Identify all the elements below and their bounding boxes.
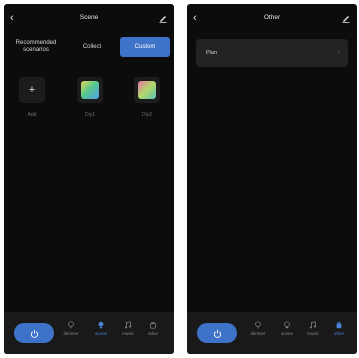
music-icon — [125, 321, 131, 329]
bulb-icon — [255, 321, 261, 329]
nav-label: music — [307, 331, 319, 336]
nav-other[interactable]: other — [328, 321, 350, 336]
tab-collect[interactable]: Collect — [68, 37, 116, 57]
edit-icon[interactable] — [341, 13, 351, 23]
tab-custom[interactable]: Custom — [120, 37, 170, 57]
nav-label: dimmer — [250, 331, 266, 336]
power-icon — [30, 329, 38, 338]
nav-label: music — [122, 331, 134, 336]
nav-label: other — [147, 331, 159, 336]
power-icon — [213, 329, 221, 338]
chevron-right-icon: › — [337, 49, 340, 56]
nav-scene[interactable]: scene — [276, 321, 298, 336]
scene-tile-diy1[interactable]: Diy1 — [75, 77, 105, 118]
nav-scene[interactable]: scene — [90, 321, 112, 336]
edit-icon[interactable] — [158, 13, 168, 23]
nav-dimmer[interactable]: dimmer — [60, 321, 82, 336]
nav-music[interactable]: music — [117, 321, 139, 336]
nav-label: other — [333, 331, 345, 336]
scene-header: ‹ Scene — [4, 4, 174, 32]
bulb-icon — [68, 321, 74, 329]
scene-category-tabs: Recommended scenarios Collect Custom — [10, 37, 170, 57]
add-scene-button[interactable]: + — [19, 77, 45, 103]
nav-dimmer[interactable]: dimmer — [247, 321, 269, 336]
scene-screen: ‹ Scene Recommended scenarios Collect Cu… — [4, 4, 174, 354]
bottom-nav: dimmer scene music other — [187, 312, 357, 354]
scene-tile-diy2[interactable]: Diy2 — [132, 77, 162, 118]
scene-tiles: + Add Diy1 Diy2 — [4, 77, 174, 127]
other-icon — [336, 322, 342, 329]
plan-label: Plan — [206, 50, 218, 56]
page-title: Scene — [79, 14, 99, 21]
page-title: Other — [263, 14, 281, 21]
scene-tile-button[interactable] — [77, 77, 103, 103]
nav-other[interactable]: other — [142, 321, 164, 336]
scene-icon — [98, 321, 104, 329]
power-button[interactable] — [197, 323, 237, 343]
add-scene-tile[interactable]: + Add — [17, 77, 47, 118]
gradient-scene-icon — [138, 81, 156, 99]
other-icon — [150, 322, 156, 329]
power-button[interactable] — [14, 323, 54, 343]
scene-icon — [284, 321, 290, 329]
tile-label: Diy2 — [141, 112, 152, 118]
nav-label: scene — [280, 331, 293, 336]
nav-music[interactable]: music — [302, 321, 324, 336]
bottom-nav: dimmer scene music other — [4, 312, 174, 354]
gradient-scene-icon — [81, 81, 99, 99]
nav-label: scene — [94, 331, 107, 336]
plan-list-item[interactable]: Plan › — [196, 39, 348, 67]
nav-label: dimmer — [63, 331, 79, 336]
plus-icon: + — [28, 83, 36, 96]
tile-label: Add — [27, 112, 37, 118]
other-header: ‹ Other — [187, 4, 357, 32]
tile-label: Diy1 — [84, 112, 95, 118]
scene-tile-button[interactable] — [134, 77, 160, 103]
music-icon — [310, 321, 316, 329]
other-screen: ‹ Other Plan › dimmer scene music other — [187, 4, 357, 354]
tab-recommended-scenarios[interactable]: Recommended scenarios — [10, 37, 62, 57]
